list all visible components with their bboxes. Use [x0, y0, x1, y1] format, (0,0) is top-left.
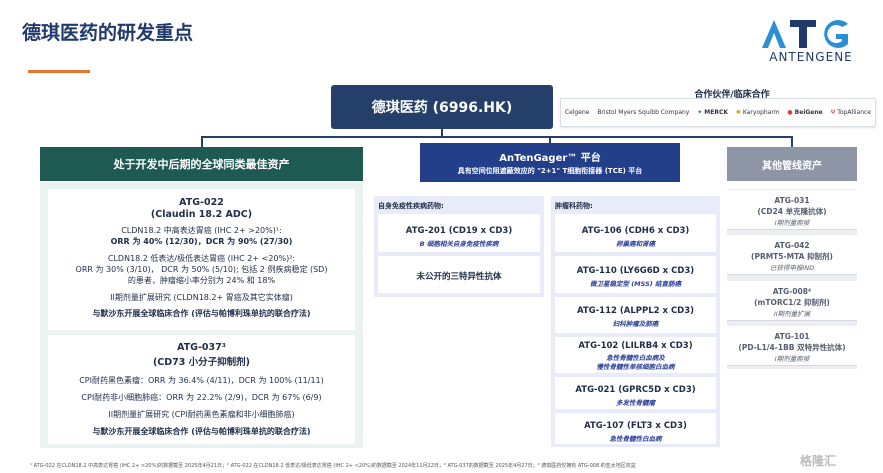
- atg-022-subtitle: (Claudin 18.2 ADC): [150, 209, 253, 220]
- connector-horizontal: [201, 136, 793, 138]
- atg-022-line2: ORR 为 40% (12/30)，DCR 为 90% (27/30): [110, 237, 293, 246]
- atg-037-card: ATG-037³ (CD73 小分子抑制剂) CPI耐药黑色素瘤：ORR 为 3…: [48, 335, 355, 444]
- atg-110-card: ATG-110 (LY6G6D x CD3) 微卫星稳定型 (MSS) 结直肠癌: [555, 256, 716, 293]
- atg-022-line3: CLDN18.2 低表达/极低表达胃癌 (IHC 2+ <20%)²:: [107, 254, 296, 263]
- connector-col3: [791, 136, 793, 147]
- atg-102-desc2: 慢性骨髓性单核细胞白血病: [596, 363, 675, 371]
- atg-021-name: ATG-021 (GPRC5D x CD3): [575, 385, 696, 395]
- atg-031-name: ATG-031: [774, 196, 810, 205]
- atg-031-sub: (CD24 单克隆抗体): [757, 207, 827, 216]
- atg-008-sub: (mTORC1/2 抑制剂): [754, 298, 830, 307]
- atg-022-title: ATG-022: [179, 197, 224, 208]
- atg-022-line5: 的患者，肿瘤缩小率分别为 24% 和 18%: [127, 276, 276, 285]
- atg-008-name: ATG-008⁴: [772, 287, 812, 296]
- partner-topalliance: Ψ TopAlliance: [830, 109, 871, 116]
- atg-201-desc: B 细胞相关自身免疫性疾病: [419, 240, 499, 248]
- main-box-company: 德琪医药 (6996.HK): [331, 85, 553, 129]
- col2-header-title: AnTenGager™ 平台: [499, 153, 601, 164]
- watermark: 格隆汇: [800, 454, 837, 468]
- atg-042-stage: 已获得申报IND: [769, 264, 815, 272]
- atg-037-line4: 与默沙东开展全球临床合作 (评估与帕博利珠单抗的联合疗法): [92, 427, 311, 436]
- atg-037-title: ATG-037³: [177, 342, 226, 353]
- atg-037-line2: CPI耐药非小细胞肺癌：ORR 为 22.2% (2/9)，DCR 为 67% …: [81, 393, 322, 402]
- atg-106-desc: 卵巢癌和肾癌: [616, 240, 655, 248]
- atg-037-line3: II期剂量扩展研究 (CPI耐药黑色素瘤和非小细胞肺癌): [108, 410, 295, 419]
- partner-beigene: ● BeiGene: [787, 109, 823, 116]
- atg-031-stage: I期剂量爬坡: [774, 219, 810, 227]
- atg-201-name: ATG-201 (CD19 x CD3): [405, 226, 513, 236]
- col1-header: 处于开发中后期的全球同类最佳资产: [40, 147, 363, 181]
- atg-101-card: ATG-101 (PD-L1/4-1BB 双特异性抗体) I期剂量爬坡: [727, 326, 857, 366]
- connector-col2: [549, 136, 551, 143]
- atg-037-subtitle: (CD73 小分子抑制剂): [152, 357, 251, 368]
- atg-022-line1: CLDN18.2 中高表达胃癌 (IHC 2+ >20%)¹:: [121, 226, 282, 235]
- oncology-label: 肿瘤科药物:: [555, 202, 593, 210]
- atg-112-card: ATG-112 (ALPPL2 x CD3) 妇科肿瘤及肺癌: [555, 297, 716, 333]
- atg-042-card: ATG-042 (PRMT5-MTA 抑制剂) 已获得申报IND: [727, 235, 857, 275]
- partner-bms: Bristol Myers Squibb Company: [597, 109, 690, 116]
- atg-042-name: ATG-042: [774, 241, 810, 250]
- atg-037-line1: CPI耐药黑色素瘤：ORR 为 36.4% (4/11)，DCR 为 100% …: [79, 376, 324, 385]
- atg-112-desc: 妇科肿瘤及肺癌: [612, 320, 659, 328]
- atg-022-card: ATG-022 (Claudin 18.2 ADC) CLDN18.2 中高表达…: [48, 189, 355, 330]
- atg-008-card: ATG-008⁴ (mTORC1/2 抑制剂) II期剂量扩展: [727, 281, 857, 321]
- col2-header: AnTenGager™ 平台 具有空间位阻遮蔽效应的 "2+1" T细胞衔接器 …: [420, 143, 680, 182]
- atg-022-line6: II期剂量扩展研究 (CLDN18.2+ 胃癌及其它实体瘤): [110, 293, 293, 302]
- atg-021-desc: 多发性骨髓瘤: [616, 399, 655, 407]
- connector-col1: [201, 136, 203, 147]
- atg-107-name: ATG-107 (FLT3 x CD3): [584, 421, 687, 431]
- atg-022-line4: ORR 为 30% (3/10)， DCR 为 50% (5/10); 包括 2…: [75, 265, 328, 274]
- atg-106-card: ATG-106 (CDH6 x CD3) 卵巢癌和肾癌: [555, 214, 716, 252]
- title-underline: [28, 70, 90, 73]
- atg-022-line7: 与默沙东开展全球临床合作 (评估与帕博利珠单抗的联合疗法): [92, 309, 311, 318]
- logo-name: ANTENGENE: [769, 50, 853, 64]
- page-title: 德琪医药的研发重点: [22, 22, 194, 44]
- atg-101-sub: (PD-L1/4-1BB 双特异性抗体): [738, 343, 846, 352]
- atg-112-name: ATG-112 (ALPPL2 x CD3): [576, 306, 695, 316]
- atg-107-card: ATG-107 (FLT3 x CD3) 急性骨髓性白血病: [555, 413, 716, 444]
- col3-header: 其他管线资产: [727, 147, 857, 181]
- partners-logos: Celgene Bristol Myers Squibb Company ✦ ME…: [560, 98, 876, 127]
- partner-celgene: Celgene: [564, 109, 590, 116]
- autoimmune-label: 自身免疫性疾病药物:: [378, 202, 444, 210]
- atg-107-desc: 急性骨髓性白血病: [609, 435, 662, 443]
- atg-110-desc: 微卫星稳定型 (MSS) 结直肠癌: [589, 280, 682, 288]
- atg-110-name: ATG-110 (LY6G6D x CD3): [576, 266, 695, 276]
- atg-101-name: ATG-101: [774, 332, 810, 341]
- atg-021-card: ATG-021 (GPRC5D x CD3) 多发性骨髓瘤: [555, 377, 716, 409]
- atg-106-name: ATG-106 (CDH6 x CD3): [581, 226, 690, 236]
- trispecific-name: 未公开的三特异性抗体: [416, 272, 502, 282]
- col2-header-sub: 具有空间位阻遮蔽效应的 "2+1" T细胞衔接器 (TCE) 平台: [457, 167, 643, 175]
- atg-008-stage: II期剂量扩展: [773, 310, 811, 318]
- atg-201-card: ATG-201 (CD19 x CD3) B 细胞相关自身免疫性疾病: [378, 214, 540, 252]
- trispecific-card: 未公开的三特异性抗体: [378, 256, 540, 293]
- atg-102-card: ATG-102 (LILRB4 x CD3) 急性骨髓性白血病及 慢性骨髓性单核…: [555, 337, 716, 373]
- atg-042-sub: (PRMT5-MTA 抑制剂): [751, 252, 833, 261]
- partner-karyopharm: ✺ Karyopharm: [735, 109, 780, 116]
- footnotes: ¹ ATG-022 在CLDN18.2 中高表达胃癌 (IHC 2+ >20%)…: [30, 463, 636, 469]
- atg-031-card: ATG-031 (CD24 单克隆抗体) I期剂量爬坡: [727, 190, 857, 230]
- partner-merck: ✦ MERCK: [697, 109, 728, 116]
- atg-102-name: ATG-102 (LILRB4 x CD3): [578, 341, 693, 351]
- atg-101-stage: I期剂量爬坡: [774, 355, 810, 363]
